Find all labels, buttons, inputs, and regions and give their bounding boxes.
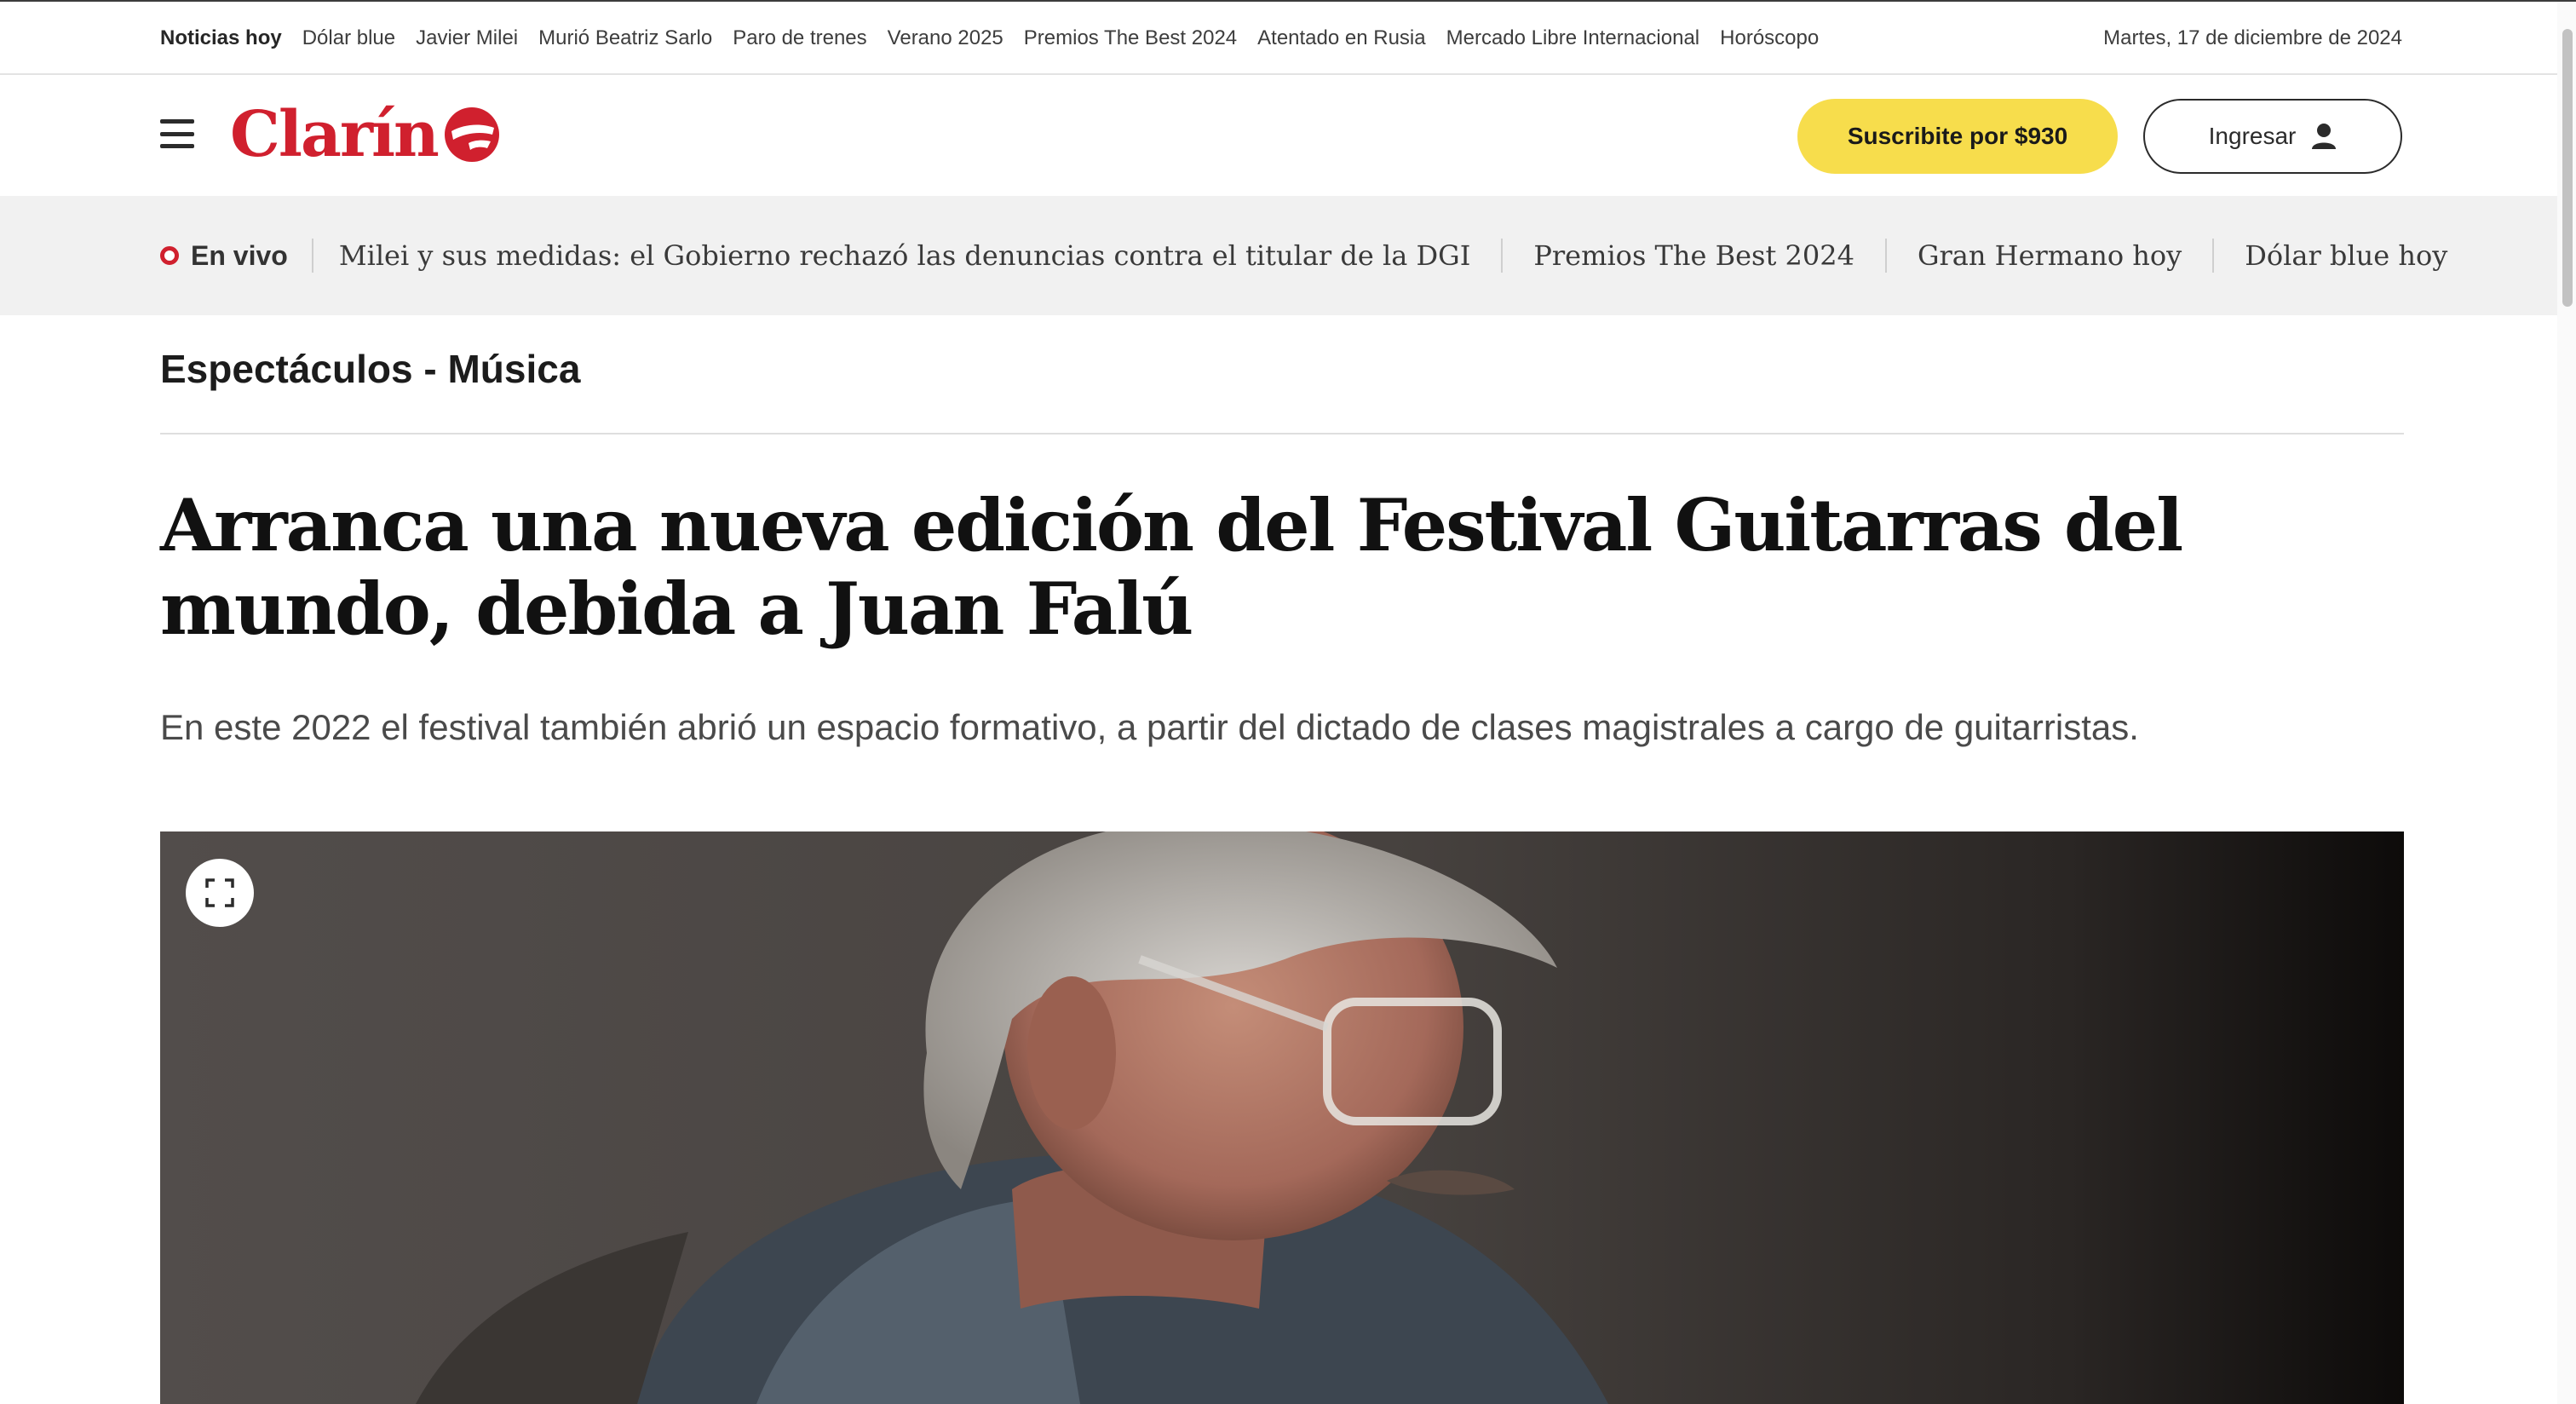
expand-photo-button[interactable]: [186, 859, 254, 927]
subscribe-button[interactable]: Suscribite por $930: [1797, 99, 2118, 174]
article-photo: [160, 831, 2404, 1404]
trending-link-paro-de-trenes[interactable]: Paro de trenes: [733, 26, 866, 50]
photo-illustration: [160, 831, 2404, 1404]
logo-symbol-icon: [444, 107, 499, 162]
live-item-dolar-blue[interactable]: Dólar blue hoy: [2214, 239, 2478, 273]
trending-link-beatriz-sarlo[interactable]: Murió Beatriz Sarlo: [538, 26, 712, 50]
trending-link-javier-milei[interactable]: Javier Milei: [416, 26, 518, 50]
live-item-gran-hermano[interactable]: Gran Hermano hoy: [1887, 239, 2215, 273]
current-date: Martes, 17 de diciembre de 2024: [2103, 26, 2402, 49]
article-headline: Arranca una nueva edición del Festival G…: [160, 483, 2183, 651]
trending-link-verano-2025[interactable]: Verano 2025: [888, 26, 1003, 50]
trending-link-dolar-blue[interactable]: Dólar blue: [302, 26, 395, 50]
scrollbar-thumb[interactable]: [2562, 29, 2573, 307]
expand-icon: [205, 878, 234, 907]
top-strip: Noticias hoy Dólar blue Javier Milei Mur…: [0, 0, 2576, 75]
live-dot-icon: [160, 246, 179, 265]
live-bar-content: En vivo Milei y sus medidas: el Gobierno…: [160, 196, 2478, 315]
user-icon: [2312, 124, 2337, 149]
page: Noticias hoy Dólar blue Javier Milei Mur…: [0, 0, 2576, 1404]
live-item-milei-medidas[interactable]: Milei y sus medidas: el Gobierno rechazó…: [313, 239, 1504, 273]
site-header: Clarín Suscribite por $930 Ingresar: [0, 75, 2576, 196]
section-divider: [160, 433, 2404, 434]
trending-link-noticias-hoy[interactable]: Noticias hoy: [160, 26, 282, 50]
logo-wordmark: Clarín: [230, 98, 440, 171]
hamburger-icon[interactable]: [160, 119, 194, 148]
live-item-premios-the-best[interactable]: Premios The Best 2024: [1503, 239, 1887, 273]
live-label[interactable]: En vivo: [160, 239, 313, 273]
article-subhead: En este 2022 el festival también abrió u…: [160, 707, 2139, 747]
trending-link-horoscopo[interactable]: Horóscopo: [1720, 26, 1819, 50]
trending-link-atentado-rusia[interactable]: Atentado en Rusia: [1257, 26, 1425, 50]
trending-link-mercado-libre[interactable]: Mercado Libre Internacional: [1446, 26, 1700, 50]
live-bar: En vivo Milei y sus medidas: el Gobierno…: [0, 196, 2576, 315]
login-label: Ingresar: [2208, 123, 2297, 149]
section-breadcrumb[interactable]: Espectáculos - Música: [160, 346, 580, 392]
login-button[interactable]: Ingresar: [2143, 99, 2402, 174]
trending-link-premios-the-best[interactable]: Premios The Best 2024: [1024, 26, 1237, 50]
clarin-logo[interactable]: Clarín: [230, 94, 501, 176]
live-label-text: En vivo: [191, 239, 288, 271]
trending-links: Noticias hoy Dólar blue Javier Milei Mur…: [160, 2, 1819, 75]
